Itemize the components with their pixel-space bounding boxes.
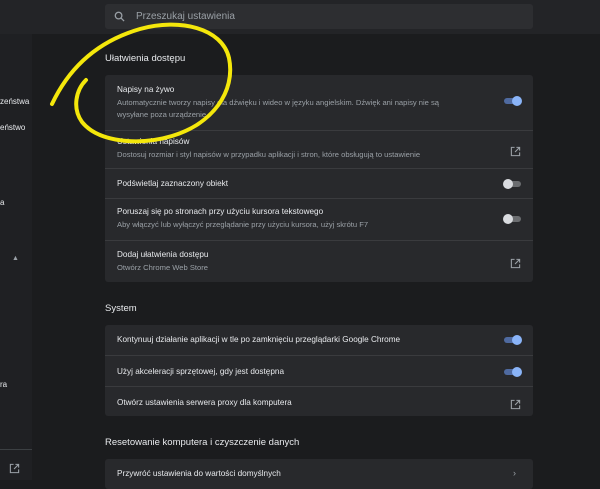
row-title: Kontynuuj działanie aplikacji w tle po z… — [117, 335, 401, 344]
add-accessibility-row[interactable]: Dodaj ułatwienia dostępu Otwórz Chrome W… — [105, 240, 533, 282]
row-title: Przywróć ustawienia do wartości domyślny… — [117, 469, 281, 478]
chevron-up-icon[interactable]: ▲ — [12, 255, 19, 262]
highlight-focus-row[interactable]: Podświetlaj zaznaczony obiekt — [105, 168, 533, 198]
chevron-right-icon: › — [513, 468, 516, 478]
restore-defaults-row[interactable]: Przywróć ustawienia do wartości domyślny… — [105, 459, 533, 489]
section-title-reset: Resetowanie komputera i czyszczenie dany… — [105, 437, 300, 448]
row-title: Użyj akceleracji sprzętowej, gdy jest do… — [117, 367, 285, 376]
sidebar: zeństwa eństwo a ▲ ra — [0, 34, 32, 480]
row-title: Dodaj ułatwienia dostępu — [117, 250, 209, 259]
external-link-icon[interactable] — [510, 256, 521, 269]
search-icon — [114, 10, 128, 24]
caret-browsing-row[interactable]: Poruszaj się po stronach przy użyciu kur… — [105, 198, 533, 240]
row-desc: Automatycznie tworzy napisy dla dźwięku … — [117, 98, 440, 107]
row-desc: Otwórz Chrome Web Store — [117, 263, 209, 272]
caret-browsing-toggle[interactable] — [503, 214, 521, 224]
system-card: Kontynuuj działanie aplikacji w tle po z… — [105, 325, 533, 416]
external-link-icon[interactable] — [510, 144, 521, 157]
hardware-acceleration-row[interactable]: Użyj akceleracji sprzętowej, gdy jest do… — [105, 355, 533, 386]
top-bar: Przeszukaj ustawienia — [0, 0, 600, 34]
row-desc: Aby włączyć lub wyłączyć przeglądanie pr… — [117, 220, 369, 229]
row-title: Ustawienia napisów — [117, 137, 190, 146]
highlight-focus-toggle[interactable] — [503, 179, 521, 189]
reset-card: Przywróć ustawienia do wartości domyślny… — [105, 459, 533, 489]
hardware-acceleration-toggle[interactable] — [504, 367, 522, 377]
caption-settings-row[interactable]: Ustawienia napisów Dostosuj rozmiar i st… — [105, 130, 533, 168]
row-title: Poruszaj się po stronach przy użyciu kur… — [117, 207, 324, 216]
search-input[interactable]: Przeszukaj ustawienia — [105, 4, 533, 29]
row-title: Napisy na żywo — [117, 85, 175, 94]
background-apps-toggle[interactable] — [504, 335, 522, 345]
external-link-icon[interactable] — [510, 397, 521, 410]
row-desc: Dostosuj rozmiar i styl napisów w przypa… — [117, 150, 421, 159]
external-link-icon[interactable] — [9, 461, 20, 479]
section-title-accessibility: Ułatwienia dostępu — [105, 53, 186, 64]
live-caption-toggle[interactable] — [504, 96, 522, 106]
sidebar-divider — [0, 449, 32, 450]
background-apps-row[interactable]: Kontynuuj działanie aplikacji w tle po z… — [105, 325, 533, 355]
sidebar-item-ra[interactable]: ra — [0, 380, 7, 389]
live-caption-row[interactable]: Napisy na żywo Automatycznie tworzy napi… — [105, 75, 533, 130]
row-title: Podświetlaj zaznaczony obiekt — [117, 179, 229, 188]
sidebar-item-a[interactable]: a — [0, 198, 4, 207]
accessibility-card: Napisy na żywo Automatycznie tworzy napi… — [105, 75, 533, 282]
section-title-system: System — [105, 303, 137, 314]
sidebar-item-security[interactable]: eństwo — [0, 123, 25, 132]
proxy-settings-row[interactable]: Otwórz ustawienia serwera proxy dla komp… — [105, 386, 533, 416]
sidebar-item-privacy[interactable]: zeństwa — [0, 97, 29, 106]
row-title: Otwórz ustawienia serwera proxy dla komp… — [117, 398, 292, 407]
row-desc-2: wysyłane poza urządzenie — [117, 110, 207, 119]
search-placeholder: Przeszukaj ustawienia — [136, 11, 235, 22]
